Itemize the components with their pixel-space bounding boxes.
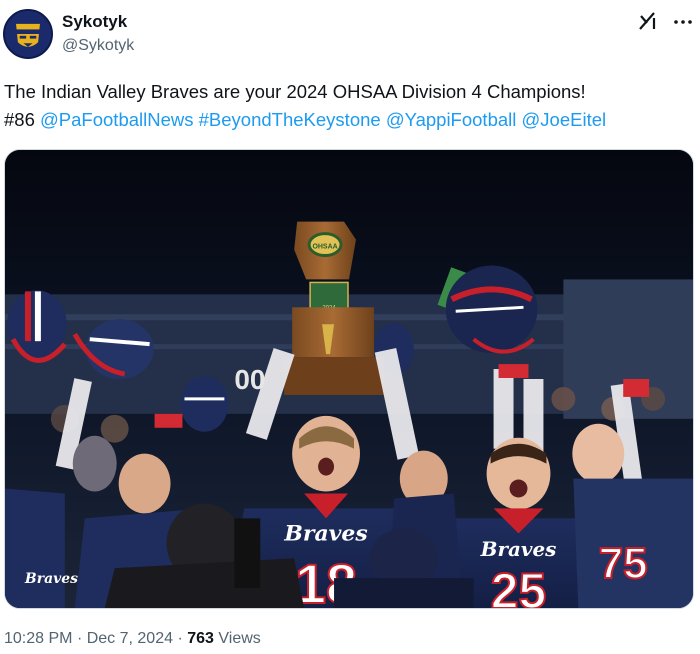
- mention-yappifootball[interactable]: @YappiFootball: [386, 109, 517, 130]
- views-count: 763: [187, 630, 214, 647]
- hashtag-beyondthekeystone[interactable]: #BeyondTheKeystone: [199, 109, 381, 130]
- tweet-main-text: The Indian Valley Braves are your 2024 O…: [4, 81, 586, 102]
- tweet-line-1: The Indian Valley Braves are your 2024 O…: [4, 78, 694, 106]
- tweet-line-2: #86 @PaFootballNews #BeyondTheKeystone @…: [4, 106, 694, 134]
- grok-icon[interactable]: [637, 10, 659, 32]
- tweet-number-tag: #86: [4, 109, 35, 130]
- raised-helmet-right: [445, 265, 538, 354]
- meta-separator-2: ·: [177, 630, 183, 647]
- jersey-team-name-left: Braves: [24, 571, 78, 587]
- tweet-text: The Indian Valley Braves are your 2024 O…: [4, 78, 694, 134]
- author-display-name[interactable]: Sykotyk: [62, 12, 127, 32]
- jersey-number-75: 75: [599, 539, 648, 588]
- tweet-photo[interactable]: 00 OHSAA Braves 18 Braves 25 75 Braves: [4, 149, 694, 609]
- jersey-team-name-18: Braves: [283, 520, 367, 546]
- jersey-number-25: 25: [491, 563, 546, 608]
- tweet-time[interactable]: 10:28 PM: [4, 630, 72, 647]
- author-handle[interactable]: @Sykotyk: [62, 37, 134, 55]
- views-label: Views: [218, 630, 261, 647]
- profile-avatar-icon[interactable]: [3, 9, 53, 59]
- jersey-team-name-25: Braves: [480, 537, 557, 561]
- mention-joeeitel[interactable]: @JoeEitel: [522, 109, 607, 130]
- tweet-date[interactable]: Dec 7, 2024: [87, 630, 173, 647]
- tweet-header: Sykotyk @Sykotyk: [0, 0, 700, 70]
- trophy-label: OHSAA: [312, 244, 337, 251]
- tweet-meta: 10:28 PM · Dec 7, 2024 · 763 Views: [4, 630, 261, 648]
- more-options-icon[interactable]: [672, 11, 694, 33]
- meta-separator-1: ·: [76, 630, 83, 647]
- mention-pafootballnews[interactable]: @PaFootballNews: [40, 109, 193, 130]
